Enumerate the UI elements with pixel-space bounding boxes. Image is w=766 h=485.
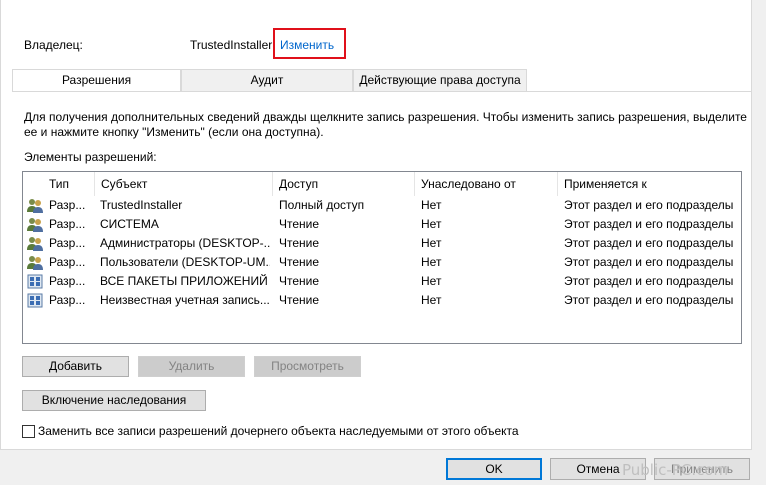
column-header-subject[interactable]: Субъект [95,172,273,196]
cell-inherited: Нет [421,255,442,269]
cell-subject: ВСЕ ПАКЕТЫ ПРИЛОЖЕНИЙ [100,274,268,288]
user-group-icon [27,236,43,251]
cell-type: Разр... [49,217,86,231]
replace-child-permissions-checkbox[interactable] [22,425,35,438]
enable-inheritance-button[interactable]: Включение наследования [22,390,206,411]
cell-subject: СИСТЕМА [100,217,159,231]
cell-access: Чтение [279,255,320,269]
cell-applies: Этот раздел и его подразделы [564,255,734,269]
cell-applies: Этот раздел и его подразделы [564,198,734,212]
watermark: Public-PC.com [622,461,729,479]
column-header-access[interactable]: Доступ [273,172,415,196]
user-group-icon [27,217,43,232]
tab-audit[interactable]: Аудит [181,69,353,91]
cell-applies: Этот раздел и его подразделы [564,274,734,288]
app-package-icon [27,293,43,308]
user-group-icon [27,255,43,270]
cell-type: Разр... [49,293,86,307]
cell-applies: Этот раздел и его подразделы [564,293,734,307]
cell-access: Чтение [279,274,320,288]
cell-inherited: Нет [421,198,442,212]
cell-inherited: Нет [421,293,442,307]
cell-access: Полный доступ [279,198,365,212]
table-row[interactable]: Разр... TrustedInstaller Полный доступ Нет Э… [23,196,741,215]
cell-access: Чтение [279,236,320,250]
cell-applies: Этот раздел и его подразделы [564,217,734,231]
cell-type: Разр... [49,255,86,269]
column-header-inherited[interactable]: Унаследовано от [415,172,558,196]
hint-text: Для получения дополнительных сведений дв… [24,110,747,139]
cell-inherited: Нет [421,236,442,250]
replace-child-permissions-label: Заменить все записи разрешений дочернего… [38,424,519,438]
owner-value: TrustedInstaller [190,38,273,52]
cell-subject: Администраторы (DESKTOP-... [100,236,270,250]
cell-type: Разр... [49,274,86,288]
permission-entries-list[interactable]: Тип Субъект Доступ Унаследовано от Приме… [22,171,742,344]
ok-button[interactable]: OK [446,458,542,480]
cell-subject: TrustedInstaller [100,198,183,212]
table-row[interactable]: Разр... ВСЕ ПАКЕТЫ ПРИЛОЖЕНИЙ Чтение Нет Это… [23,272,741,291]
change-owner-link[interactable]: Изменить [280,38,334,52]
tab-divider [12,91,752,92]
table-row[interactable]: Разр... СИСТЕМА Чтение Нет Этот раздел и его… [23,215,741,234]
tab-effective-access[interactable]: Действующие права доступа [353,69,527,91]
view-button[interactable]: Просмотреть [254,356,361,377]
cell-inherited: Нет [421,217,442,231]
app-package-icon [27,274,43,289]
table-row[interactable]: Разр... Неизвестная учетная запись... Чтен… [23,291,741,310]
user-group-icon [27,198,43,213]
cell-inherited: Нет [421,274,442,288]
column-header-applies[interactable]: Применяется к [558,172,741,196]
cell-type: Разр... [49,236,86,250]
add-button[interactable]: Добавить [22,356,129,377]
list-header: Тип Субъект Доступ Унаследовано от Приме… [23,172,741,196]
entries-label: Элементы разрешений: [24,150,157,164]
cell-access: Чтение [279,217,320,231]
cell-access: Чтение [279,293,320,307]
column-header-type[interactable]: Тип [43,172,95,196]
cell-applies: Этот раздел и его подразделы [564,236,734,250]
tab-permissions[interactable]: Разрешения [12,69,181,92]
cell-type: Разр... [49,198,86,212]
cell-subject: Неизвестная учетная запись... [100,293,270,307]
cell-subject: Пользователи (DESKTOP-UM... [100,255,270,269]
owner-label: Владелец: [24,38,83,52]
table-row[interactable]: Разр... Пользователи (DESKTOP-UM... Чтение… [23,253,741,272]
table-row[interactable]: Разр... Администраторы (DESKTOP-... Чтение… [23,234,741,253]
remove-button[interactable]: Удалить [138,356,245,377]
